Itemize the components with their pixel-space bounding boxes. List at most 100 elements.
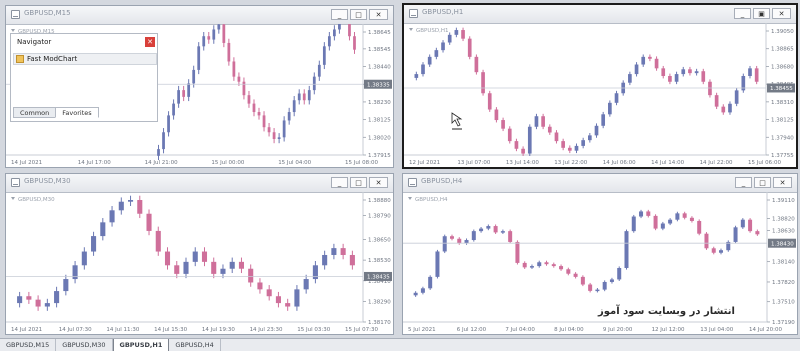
window-titlebar[interactable]: GBPUSD,M15 _ □ ✕ — [6, 6, 393, 25]
time-tick-label: 6 Jul 12:00 — [457, 327, 487, 333]
close-button[interactable]: ✕ — [369, 9, 388, 20]
candle-body — [420, 288, 425, 293]
candle-body — [237, 76, 241, 82]
time-tick-label: 7 Jul 04:00 — [505, 327, 535, 333]
maximize-button[interactable]: □ — [350, 9, 367, 20]
chart-tab-bar: GBPUSD,M15 GBPUSD,M30 GBPUSD,H1 GBPUSD,H… — [0, 338, 800, 351]
candle-body — [327, 36, 331, 47]
chart-window-m30[interactable]: GBPUSD,M30 _ □ ✕ 1.38880 1.38790 1.38650 1.… — [5, 173, 394, 335]
candle-body — [609, 279, 614, 282]
price-tick-label: 1.38680 — [771, 64, 794, 70]
time-tick-label: 14 Jul 14:00 — [651, 160, 684, 166]
time-tick-label: 8 Jul 04:00 — [554, 327, 584, 333]
minimize-button[interactable]: _ — [735, 177, 752, 188]
time-tick-label: 5 Jul 2021 — [408, 327, 436, 333]
chart-symbol-label: GBPUSD,H1 — [416, 28, 449, 34]
price-chart[interactable]: 1.390501.388651.386801.384951.383101.381… — [404, 23, 796, 167]
price-tick-label: 1.38530 — [368, 258, 391, 264]
candle-body — [559, 266, 564, 270]
navigator-close-button[interactable]: ✕ — [145, 37, 155, 47]
navigator-title: Navigator — [17, 38, 52, 46]
chart-tab-m15[interactable]: GBPUSD,M15 — [0, 339, 57, 351]
navigator-tab-common[interactable]: Common — [13, 107, 57, 118]
navigator-tab-favorites[interactable]: Favorites — [55, 107, 99, 118]
restore-button[interactable]: ▣ — [753, 8, 770, 19]
candle-body — [307, 90, 311, 101]
window-titlebar[interactable]: GBPUSD,H4 _ □ ✕ — [403, 174, 797, 193]
navigator-panel[interactable]: Navigator ✕ Fast ModChart Common Favorit… — [10, 33, 158, 122]
close-button[interactable]: ✕ — [773, 177, 792, 188]
minimize-button[interactable]: _ — [331, 177, 348, 188]
candle-body — [157, 149, 160, 156]
candle-body — [588, 135, 592, 141]
price-tick-label: 1.38020 — [368, 135, 391, 141]
candle-body — [688, 69, 692, 74]
price-tick-label: 1.38230 — [368, 100, 391, 106]
candle-body — [127, 200, 134, 202]
candle-body — [631, 216, 636, 232]
price-tick-label: 1.37940 — [771, 135, 794, 141]
current-price-label: 1.38435 — [367, 275, 390, 281]
maximize-button[interactable]: □ — [350, 177, 367, 188]
candle-body — [292, 100, 296, 113]
candle-body — [441, 42, 445, 51]
candle-body — [427, 56, 432, 65]
candle-body — [302, 93, 306, 101]
window-titlebar[interactable]: GBPUSD,H1 _ ▣ ✕ — [404, 5, 796, 24]
candle-body — [554, 132, 559, 142]
candle-body — [515, 241, 520, 263]
candle-body — [197, 46, 201, 70]
time-tick-label: 14 Jul 11:30 — [106, 327, 139, 333]
candle-body — [547, 126, 552, 133]
candle-body — [81, 251, 87, 266]
close-button[interactable]: ✕ — [369, 177, 388, 188]
current-price-label: 1.38455 — [770, 86, 793, 92]
chart-tab-m30[interactable]: GBPUSD,M30 — [56, 339, 113, 351]
navigator-item-fast-modchart[interactable]: Fast ModChart — [13, 53, 157, 65]
dropdown-arrow-icon — [408, 197, 412, 200]
candle-body — [217, 24, 221, 30]
candle-body — [331, 248, 337, 255]
candle-body — [201, 251, 208, 262]
candle-body — [508, 231, 513, 242]
price-tick-label: 1.38630 — [772, 229, 795, 235]
price-tick-label: 1.38125 — [368, 118, 391, 124]
candle-body — [701, 71, 706, 82]
chart-window-h1[interactable]: GBPUSD,H1 _ ▣ ✕ 1.39050 1.38865 1.38680 1.3… — [402, 3, 798, 169]
minimize-button[interactable]: _ — [331, 9, 348, 20]
candle-body — [317, 64, 321, 77]
candle-body — [755, 231, 760, 235]
candle-body — [660, 223, 665, 229]
candle-body — [212, 29, 216, 40]
candle-body — [493, 226, 498, 233]
price-chart[interactable]: 1.388801.387901.386501.385301.384101.382… — [6, 192, 393, 334]
candle-body — [728, 103, 732, 113]
candle-body — [287, 112, 291, 121]
candle-body — [252, 103, 256, 113]
candle-body — [303, 279, 309, 290]
close-button[interactable]: ✕ — [772, 8, 791, 19]
candle-body — [474, 56, 479, 73]
chart-tab-h1[interactable]: GBPUSD,H1 — [112, 339, 170, 351]
candle-body — [100, 222, 106, 237]
candle-body — [551, 264, 556, 267]
candle-body — [537, 262, 542, 267]
candle-body — [573, 273, 578, 277]
price-tick-label: 1.38125 — [771, 118, 794, 124]
window-titlebar[interactable]: GBPUSD,M30 _ □ ✕ — [6, 174, 393, 193]
candle-body — [285, 303, 291, 307]
candle-body — [634, 64, 639, 75]
price-tick-label: 1.38790 — [368, 213, 391, 219]
chart-tab-h4[interactable]: GBPUSD,H4 — [169, 339, 221, 351]
maximize-button[interactable]: □ — [754, 177, 771, 188]
price-tick-label: 1.37820 — [772, 280, 795, 286]
chart-symbol-label: GBPUSD,H4 — [415, 197, 448, 203]
dropdown-arrow-icon — [11, 197, 15, 200]
minimize-button[interactable]: _ — [734, 8, 751, 19]
candle-body — [435, 251, 440, 277]
time-tick-label: 14 Jul 17:00 — [78, 160, 111, 166]
time-tick-label: 13 Jul 07:00 — [457, 160, 490, 166]
time-tick-label: 13 Jul 04:00 — [700, 327, 733, 333]
candle-body — [681, 69, 686, 75]
candle-body — [653, 215, 658, 229]
